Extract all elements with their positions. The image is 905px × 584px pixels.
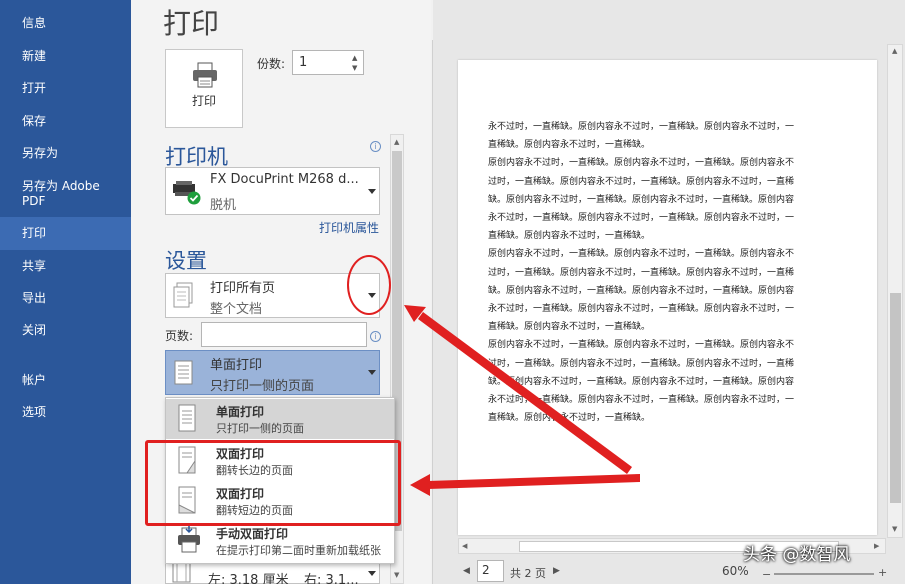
annotation-arrows (404, 305, 640, 496)
arrow-head-lower (410, 474, 430, 496)
arrow-shaft-lower (428, 474, 640, 489)
watermark-text: 头条 @数智风 (743, 545, 851, 565)
arrow-shaft-upper (418, 312, 632, 474)
